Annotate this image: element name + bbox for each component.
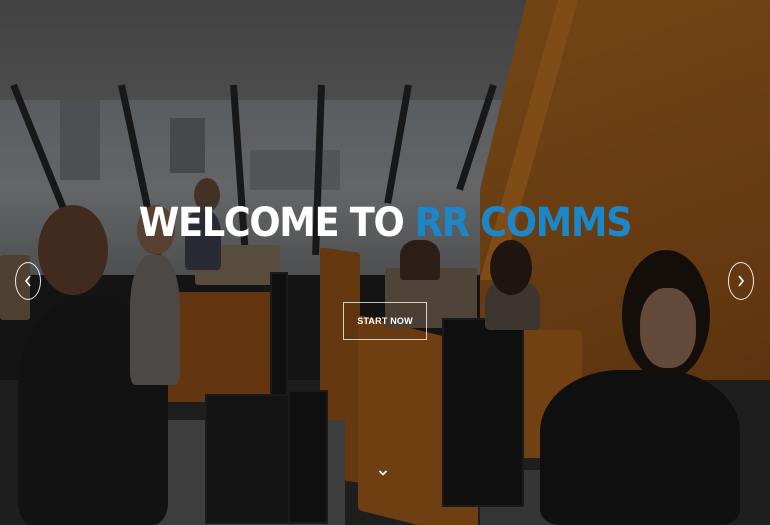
chevron-left-icon <box>24 272 32 291</box>
carousel-next-button[interactable] <box>728 262 754 300</box>
start-now-button[interactable]: START NOW <box>343 302 427 340</box>
scroll-down-button[interactable] <box>377 466 389 476</box>
chevron-down-icon <box>378 462 388 481</box>
hero-title-prefix: WELCOME TO <box>138 200 415 246</box>
hero-background-image <box>0 0 770 525</box>
carousel-prev-button[interactable] <box>15 262 41 300</box>
chevron-right-icon <box>737 272 745 291</box>
hero-title-accent: RR COMMS <box>414 200 633 246</box>
hero-title: WELCOME TO RR COMMS <box>31 197 739 249</box>
hero-section: WELCOME TO RR COMMS START NOW <box>0 0 770 525</box>
